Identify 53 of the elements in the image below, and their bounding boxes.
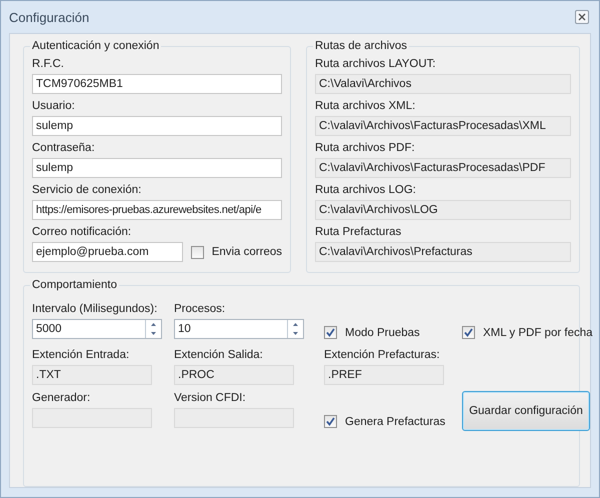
field-label: Ruta archivos XML: xyxy=(315,99,416,114)
read-only-field: .TXT xyxy=(32,365,152,385)
read-only-field: C:\valavi\Archivos\FacturasProcesadas\XML xyxy=(315,116,571,136)
field-label: Contraseña: xyxy=(32,141,96,156)
field-label: Generador: xyxy=(32,391,92,406)
field-label: Correo notificación: xyxy=(32,225,132,240)
window-title: Configuración xyxy=(9,10,90,24)
input-field[interactable]: sulemp xyxy=(32,158,282,178)
field-label: Intervalo (Milisegundos): xyxy=(32,302,158,317)
checkbox-label: Envia correos xyxy=(212,246,282,258)
field-label: Procesos: xyxy=(174,302,226,317)
checkmark-icon xyxy=(464,328,473,337)
checkbox[interactable] xyxy=(462,326,475,339)
field-label: Servicio de conexión: xyxy=(32,183,142,198)
group-title: Autenticación y conexión xyxy=(30,39,162,53)
checkbox-label: XML y PDF por fecha xyxy=(483,326,593,338)
field-label: Extención Prefacturas: xyxy=(324,348,441,363)
read-only-field: .PROC xyxy=(174,365,294,385)
checkbox[interactable] xyxy=(324,326,337,339)
number-field[interactable]: 5000 xyxy=(32,319,162,339)
checkbox-option[interactable]: Genera Prefacturas xyxy=(324,415,452,428)
input-field[interactable]: https://emisores-pruebas.azurewebsites.net/api/e xyxy=(32,200,282,220)
input-field[interactable]: sulemp xyxy=(32,116,282,136)
save-button[interactable]: Guardar configuración xyxy=(462,390,590,430)
field-label: Usuario: xyxy=(32,99,76,114)
read-only-field: C:\Valavi\Archivos xyxy=(315,74,571,94)
field-label: Ruta Prefacturas xyxy=(315,225,402,240)
close-button[interactable] xyxy=(575,10,589,24)
close-icon xyxy=(578,13,586,21)
read-only-field: C:\valavi\Archivos\FacturasProcesadas\PDF xyxy=(315,158,571,178)
read-only-field: C:\valavi\Archivos\Prefacturas xyxy=(315,242,571,262)
checkbox-label: Modo Pruebas xyxy=(345,326,420,338)
field-label: Extención Entrada: xyxy=(32,348,130,363)
checkbox[interactable] xyxy=(324,415,337,428)
input-field[interactable]: TCM970625MB1 xyxy=(32,74,282,94)
field-label: R.F.C. xyxy=(32,57,65,72)
checkmark-icon xyxy=(326,417,335,426)
checkbox-option[interactable]: XML y PDF por fecha xyxy=(462,326,598,339)
field-label: Ruta archivos LAYOUT: xyxy=(315,57,437,72)
read-only-field: .PREF xyxy=(324,365,444,385)
field-label: Extención Salida: xyxy=(174,348,264,363)
input-field[interactable]: ejemplo@prueba.com xyxy=(32,242,183,262)
field-label: Ruta archivos LOG: xyxy=(315,183,417,198)
checkbox-option[interactable]: Modo Pruebas xyxy=(324,326,452,339)
checkmark-icon xyxy=(326,328,335,337)
group-title: Comportamiento xyxy=(30,278,120,292)
read-only-field: C:\valavi\Archivos\LOG xyxy=(315,200,571,220)
number-field[interactable]: 10 xyxy=(174,319,304,339)
checkbox-option[interactable]: Envia correos xyxy=(190,246,282,258)
checkbox[interactable] xyxy=(190,246,204,258)
checkbox-label: Genera Prefacturas xyxy=(345,416,446,428)
field-label: Version CFDI: xyxy=(174,391,247,406)
field-label: Ruta archivos PDF: xyxy=(315,141,416,156)
